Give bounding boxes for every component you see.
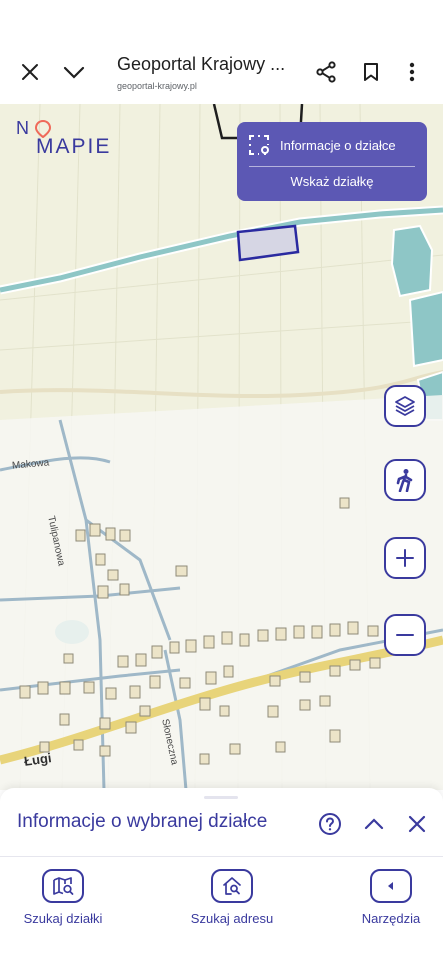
na-mapie-logo: N MAPIE xyxy=(14,118,124,162)
sheet-drag-handle[interactable] xyxy=(204,796,238,799)
chevron-down-icon[interactable] xyxy=(60,58,88,86)
panel-divider xyxy=(249,166,415,167)
nav-label-tools: Narzędzia xyxy=(361,911,421,926)
sheet-title: Informacje o wybranej działce xyxy=(17,811,268,832)
map-view[interactable]: Makowa Tulipanowa Ługi Słoneczna xyxy=(0,104,443,790)
caret-left-icon xyxy=(370,869,412,903)
help-icon[interactable] xyxy=(316,810,344,838)
browser-page-title: Geoportal Krajowy ... xyxy=(117,54,286,74)
bookmark-icon[interactable] xyxy=(357,58,385,86)
chevron-up-icon[interactable] xyxy=(360,810,388,838)
logo-letter-n: N xyxy=(16,118,31,138)
close-icon[interactable] xyxy=(16,58,44,86)
home-search-icon xyxy=(211,869,253,903)
browser-url: geoportal-krajowy.pl xyxy=(117,81,197,91)
zoom-in-icon xyxy=(396,549,414,567)
street-view-button[interactable] xyxy=(384,459,426,501)
select-parcel-button[interactable]: Wskaż działkę xyxy=(237,174,427,189)
parcel-info-label: Informacje o działce xyxy=(280,137,396,153)
zoom-in-button[interactable] xyxy=(384,537,426,579)
more-vert-icon[interactable] xyxy=(398,58,426,86)
parcel-info-panel: Informacje o działce Wskaż działkę xyxy=(237,122,427,201)
nav-label-search-parcel: Szukaj działki xyxy=(23,911,103,926)
nav-item-search-parcel[interactable]: Szukaj działki xyxy=(3,869,123,926)
layers-button[interactable] xyxy=(384,385,426,427)
close-sheet-icon[interactable] xyxy=(403,810,431,838)
parcel-select-icon xyxy=(249,135,269,155)
app-page: Geoportal Krajowy ... geoportal-krajowy.… xyxy=(0,0,443,960)
nav-item-tools[interactable]: Narzędzia xyxy=(331,869,443,926)
pedestrian-icon xyxy=(396,469,413,492)
browser-toolbar: Geoportal Krajowy ... geoportal-krajowy.… xyxy=(0,40,443,104)
nav-label-search-address: Szukaj adresu xyxy=(190,911,274,926)
parcel-info-sheet[interactable]: Informacje o wybranej działce xyxy=(0,788,443,856)
map-canvas xyxy=(0,104,443,790)
nav-item-search-address[interactable]: Szukaj adresu xyxy=(172,869,292,926)
logo-text: MAPIE xyxy=(36,135,112,158)
map-search-icon xyxy=(42,869,84,903)
bottom-navigation: Szukaj działki Szukaj adresu Narzędzia xyxy=(0,856,443,936)
zoom-out-icon xyxy=(396,634,414,636)
zoom-out-button[interactable] xyxy=(384,614,426,656)
layers-icon xyxy=(395,396,415,416)
share-icon[interactable] xyxy=(312,58,340,86)
parcel-info-button[interactable]: Informacje o działce xyxy=(248,134,420,156)
